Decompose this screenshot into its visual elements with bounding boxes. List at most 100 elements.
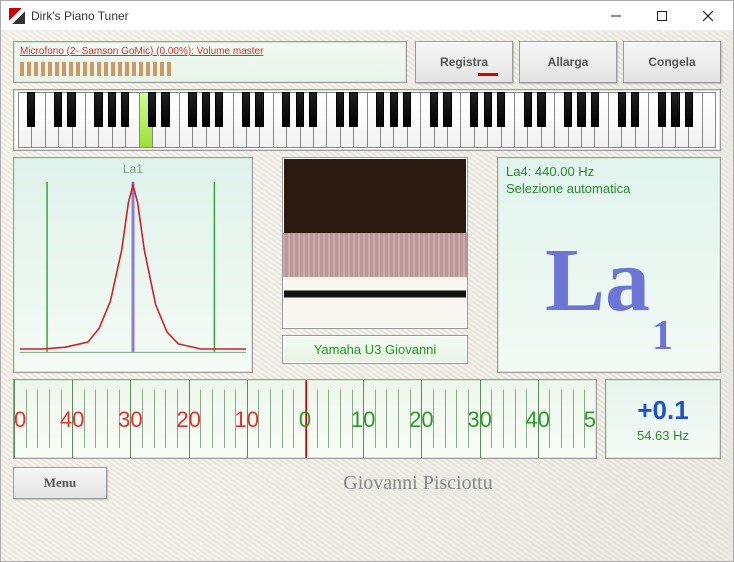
reference-pitch-label: La4: 440.00 Hz: [506, 164, 712, 179]
white-key[interactable]: [58, 92, 71, 148]
piano-name-field[interactable]: Yamaha U3 Giovanni: [282, 335, 468, 364]
ruler-tick: [282, 390, 283, 448]
close-icon: [703, 11, 713, 21]
freeze-button[interactable]: Congela: [623, 41, 721, 83]
white-key[interactable]: [621, 92, 634, 148]
white-key[interactable]: [313, 92, 326, 148]
white-key[interactable]: [139, 92, 152, 148]
ruler-tick: [165, 390, 166, 448]
white-key[interactable]: [514, 92, 527, 148]
menu-label: Menu: [44, 475, 77, 491]
ruler-tick: [258, 390, 259, 448]
white-key[interactable]: [353, 92, 366, 148]
ruler-tick: [596, 380, 597, 458]
widen-button[interactable]: Allarga: [519, 41, 617, 83]
frequency-value: 54.63 Hz: [637, 428, 689, 443]
white-key[interactable]: [273, 92, 286, 148]
white-key[interactable]: [112, 92, 125, 148]
ruler-tick: [224, 390, 225, 448]
white-key[interactable]: [326, 92, 339, 148]
ruler-tick: [445, 390, 446, 448]
white-key[interactable]: [125, 92, 138, 148]
ruler-tick: [340, 390, 341, 448]
ruler-tick: [26, 390, 27, 448]
white-key[interactable]: [380, 92, 393, 148]
white-key[interactable]: [608, 92, 621, 148]
ruler-tick: [573, 390, 574, 448]
detected-note-display: La 1: [506, 196, 712, 366]
ruler-tick: [107, 390, 108, 448]
titlebar: Dirk's Piano Tuner: [1, 1, 733, 31]
white-key[interactable]: [527, 92, 540, 148]
maximize-button[interactable]: [639, 1, 685, 31]
close-button[interactable]: [685, 1, 731, 31]
ruler-tick: [154, 390, 155, 448]
white-key[interactable]: [648, 92, 661, 148]
white-key[interactable]: [474, 92, 487, 148]
white-key[interactable]: [420, 92, 433, 148]
ruler-tick: [200, 390, 201, 448]
white-key[interactable]: [98, 92, 111, 148]
white-key[interactable]: [18, 92, 31, 148]
white-key[interactable]: [165, 92, 178, 148]
white-key[interactable]: [31, 92, 44, 148]
white-key[interactable]: [487, 92, 500, 148]
ruler-tick: [375, 390, 376, 448]
white-key[interactable]: [688, 92, 701, 148]
white-key[interactable]: [300, 92, 313, 148]
white-key[interactable]: [501, 92, 514, 148]
note-info-panel: La4: 440.00 Hz Selezione automatica La 1: [497, 157, 721, 373]
vu-meter: [20, 62, 400, 76]
ruler-tick: [433, 390, 434, 448]
white-key[interactable]: [85, 92, 98, 148]
white-key[interactable]: [246, 92, 259, 148]
white-key[interactable]: [393, 92, 406, 148]
menu-button[interactable]: Menu: [13, 467, 107, 499]
white-key[interactable]: [581, 92, 594, 148]
white-key[interactable]: [568, 92, 581, 148]
white-key[interactable]: [72, 92, 85, 148]
record-indicator-icon: [478, 73, 498, 76]
selection-mode-label: Selezione automatica: [506, 181, 712, 196]
white-key[interactable]: [407, 92, 420, 148]
record-button[interactable]: Registra: [415, 41, 513, 83]
white-key[interactable]: [675, 92, 688, 148]
white-key[interactable]: [259, 92, 272, 148]
white-key[interactable]: [702, 92, 716, 148]
white-key[interactable]: [541, 92, 554, 148]
white-key[interactable]: [286, 92, 299, 148]
white-key[interactable]: [152, 92, 165, 148]
ruler-tick: [549, 390, 550, 448]
maximize-icon: [657, 11, 667, 21]
white-key[interactable]: [206, 92, 219, 148]
ruler-tick: [491, 390, 492, 448]
white-key[interactable]: [340, 92, 353, 148]
minimize-button[interactable]: [593, 1, 639, 31]
white-key[interactable]: [635, 92, 648, 148]
white-key[interactable]: [192, 92, 205, 148]
ruler-tick: [270, 390, 271, 448]
audio-source-panel[interactable]: Microfono (2- Samson GoMic) (0.00%): Vol…: [13, 41, 407, 83]
cents-ruler: 504030201001020304050: [13, 379, 597, 459]
white-key[interactable]: [45, 92, 58, 148]
piano-photo: [282, 157, 468, 329]
window-title: Dirk's Piano Tuner: [31, 9, 593, 23]
ruler-label: 50: [13, 407, 26, 433]
ruler-tick: [561, 390, 562, 448]
white-key[interactable]: [554, 92, 567, 148]
white-key[interactable]: [594, 92, 607, 148]
ruler-tick: [317, 390, 318, 448]
white-key[interactable]: [434, 92, 447, 148]
white-key[interactable]: [460, 92, 473, 148]
white-key[interactable]: [233, 92, 246, 148]
white-key[interactable]: [219, 92, 232, 148]
white-key[interactable]: [367, 92, 380, 148]
cents-offset-value: +0.1: [637, 395, 688, 426]
white-key[interactable]: [447, 92, 460, 148]
ruler-tick: [328, 390, 329, 448]
ruler-tick: [95, 390, 96, 448]
white-key[interactable]: [662, 92, 675, 148]
piano-keyboard[interactable]: [13, 89, 721, 151]
white-key[interactable]: [179, 92, 192, 148]
ruler-tick: [503, 390, 504, 448]
